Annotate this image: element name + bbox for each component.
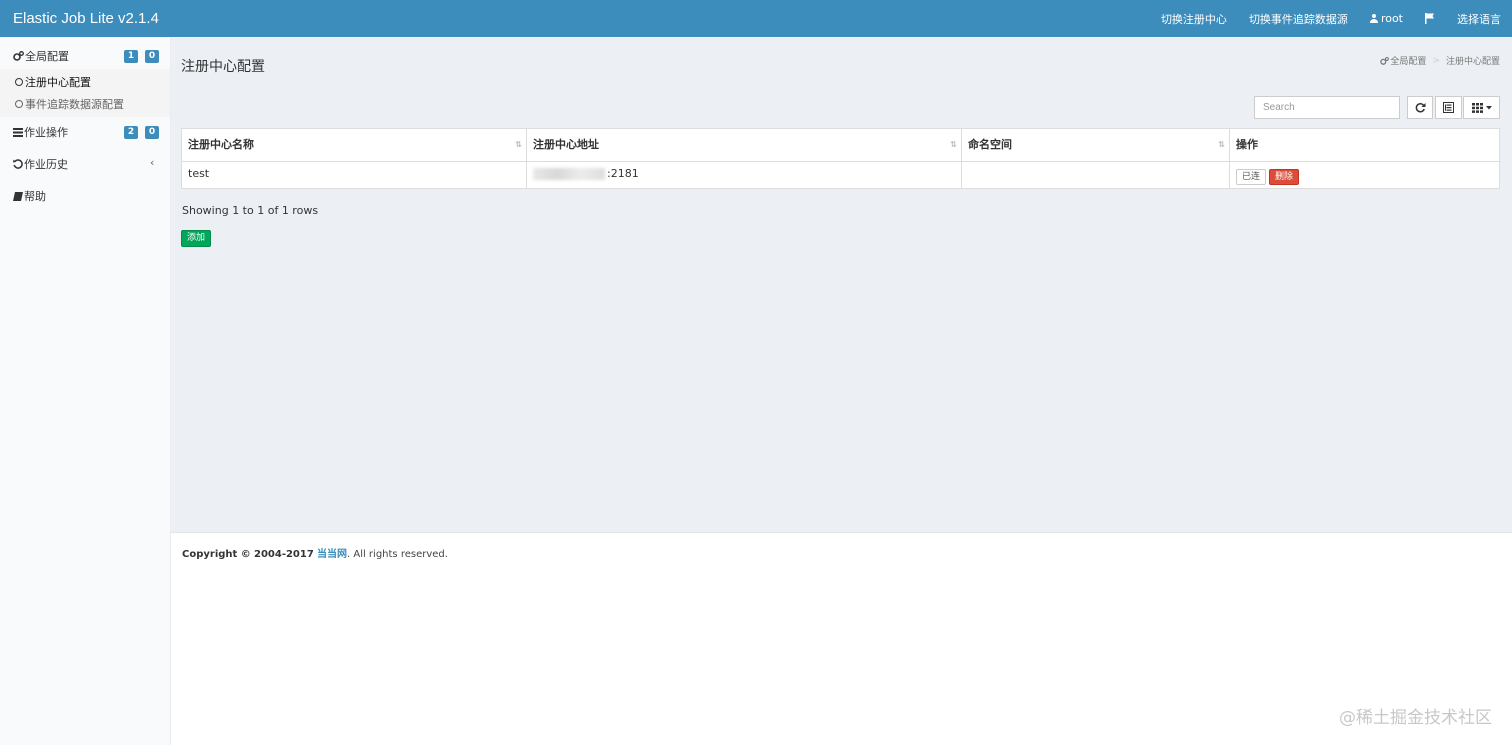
main-content: 注册中心配置 全局配置 > 注册中心配置 Search 注册中心名称 ⇅ 注册中… xyxy=(171,37,1512,532)
top-navbar: Elastic Job Lite v2.1.4 切换注册中心 切换事件追踪数据源… xyxy=(0,0,1512,37)
column-header-label: 命名空间 xyxy=(968,138,1012,151)
sidebar-item-label: 帮助 xyxy=(24,190,46,203)
registry-table: 注册中心名称 ⇅ 注册中心地址 ⇅ 命名空间 ⇅ 操作 test :2181 已… xyxy=(181,128,1500,189)
language-select[interactable]: 选择语言 xyxy=(1457,11,1501,27)
copyright: Copyright © 2004-2017 当当网. All rights re… xyxy=(182,545,448,560)
history-icon xyxy=(13,159,23,169)
redacted-host xyxy=(533,168,605,180)
global-config-badge-a: 1 xyxy=(124,50,138,63)
copyright-suffix: . All rights reserved. xyxy=(347,549,448,560)
user-name: root xyxy=(1380,12,1403,25)
chevron-left-icon[interactable]: ‹ xyxy=(150,156,154,169)
sidebar-item-job-history[interactable]: 作业历史 xyxy=(13,156,68,172)
cell-name: test xyxy=(182,161,527,189)
flag-button[interactable] xyxy=(1425,13,1435,24)
cell-address: :2181 xyxy=(527,161,962,189)
circle-icon xyxy=(15,100,23,108)
book-icon xyxy=(13,191,23,201)
list-icon xyxy=(13,127,23,137)
column-header-address[interactable]: 注册中心地址 ⇅ xyxy=(527,129,962,161)
breadcrumb-item[interactable]: 全局配置 xyxy=(1390,54,1426,67)
cell-actions: 已连 删除 xyxy=(1230,161,1499,189)
column-header-name[interactable]: 注册中心名称 ⇅ xyxy=(182,129,527,161)
toggle-view-button[interactable] xyxy=(1435,96,1462,119)
sidebar-subitem-registry-config[interactable]: 注册中心配置 xyxy=(15,74,91,90)
breadcrumb-separator: > xyxy=(1432,55,1440,66)
switch-registry-link[interactable]: 切换注册中心 xyxy=(1161,11,1227,27)
delete-button[interactable]: 删除 xyxy=(1269,168,1300,185)
switch-event-source-link[interactable]: 切换事件追踪数据源 xyxy=(1249,11,1348,27)
refresh-button[interactable] xyxy=(1407,96,1433,119)
sort-icon: ⇅ xyxy=(1218,140,1225,149)
add-button[interactable]: 添加 xyxy=(181,230,212,247)
table-header: 注册中心名称 ⇅ 注册中心地址 ⇅ 命名空间 ⇅ 操作 xyxy=(182,129,1499,162)
caret-down-icon xyxy=(1485,105,1492,109)
column-header-label: 注册中心名称 xyxy=(188,138,254,151)
connected-button[interactable]: 已连 xyxy=(1236,168,1267,185)
gears-icon xyxy=(13,51,24,61)
sort-icon: ⇅ xyxy=(950,140,957,149)
search-input[interactable]: Search xyxy=(1254,96,1400,119)
columns-button[interactable] xyxy=(1463,96,1500,119)
watermark: @稀土掘金技术社区 xyxy=(1339,708,1492,728)
navbar-right: 切换注册中心 切换事件追踪数据源 root 选择语言 xyxy=(1139,0,1501,37)
copyright-prefix: Copyright © xyxy=(182,549,251,560)
gears-icon xyxy=(1380,56,1390,65)
column-header-label: 注册中心地址 xyxy=(533,138,599,151)
brand-title[interactable]: Elastic Job Lite v2.1.4 xyxy=(13,0,159,37)
sort-icon: ⇅ xyxy=(515,140,522,149)
job-ops-badge-a: 2 xyxy=(124,126,138,139)
sidebar-item-label: 作业历史 xyxy=(24,158,68,171)
copyright-years: 2004-2017 xyxy=(253,549,314,560)
breadcrumb-item-active: 注册中心配置 xyxy=(1445,57,1500,67)
user-icon xyxy=(1369,14,1378,23)
sidebar-subitem-event-source-config[interactable]: 事件追踪数据源配置 xyxy=(15,96,124,112)
company-link[interactable]: 当当网 xyxy=(317,549,347,560)
sidebar-item-label: 全局配置 xyxy=(25,50,69,63)
th-icon xyxy=(1471,102,1483,113)
refresh-icon xyxy=(1415,103,1425,113)
sidebar-item-job-ops[interactable]: 作业操作 xyxy=(13,124,68,140)
footer: Copyright © 2004-2017 当当网. All rights re… xyxy=(171,532,1512,571)
column-header-namespace[interactable]: 命名空间 ⇅ xyxy=(962,129,1230,161)
column-header-actions: 操作 xyxy=(1230,129,1499,161)
job-ops-badge-b: 0 xyxy=(145,126,159,139)
pagination-info: Showing 1 to 1 of 1 rows xyxy=(182,204,319,217)
sidebar-item-global-config[interactable]: 全局配置 xyxy=(13,48,69,64)
breadcrumb: 全局配置 > 注册中心配置 xyxy=(1380,54,1500,67)
sidebar-item-label: 作业操作 xyxy=(24,126,68,139)
cell-address-port: :2181 xyxy=(607,167,639,180)
sidebar-subitem-label: 注册中心配置 xyxy=(25,76,91,89)
cell-namespace xyxy=(962,161,1230,189)
global-config-badge-b: 0 xyxy=(145,50,159,63)
column-header-label: 操作 xyxy=(1236,138,1258,151)
circle-icon xyxy=(15,78,23,86)
sidebar-item-help[interactable]: 帮助 xyxy=(13,188,46,204)
user-menu[interactable]: root xyxy=(1369,12,1403,25)
sidebar-subitem-label: 事件追踪数据源配置 xyxy=(25,98,124,111)
page-title: 注册中心配置 xyxy=(181,59,265,75)
sidebar: 全局配置 1 0 注册中心配置 事件追踪数据源配置 作业操作 2 0 作业历史 … xyxy=(0,37,171,745)
list-alt-icon xyxy=(1443,102,1454,113)
flag-icon xyxy=(1425,13,1434,24)
